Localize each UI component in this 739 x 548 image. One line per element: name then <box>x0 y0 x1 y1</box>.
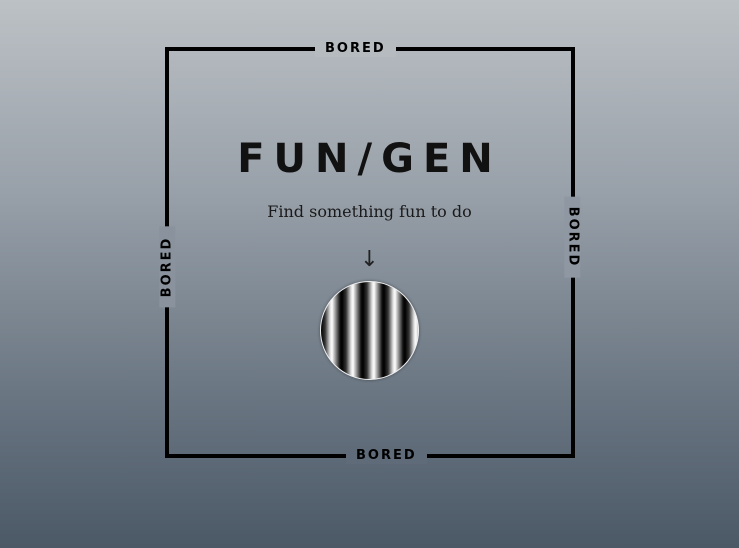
generate-button[interactable] <box>320 281 419 380</box>
frame-label-right: BORED <box>564 196 581 278</box>
page-subtitle: Find something fun to do <box>267 202 472 221</box>
down-arrow-icon: ↓ <box>360 247 379 272</box>
frame-label-left: BORED <box>159 226 176 308</box>
page-title: FUN/GEN <box>237 136 502 182</box>
frame-label-top: BORED <box>315 41 396 57</box>
frame-label-bottom: BORED <box>346 448 427 464</box>
